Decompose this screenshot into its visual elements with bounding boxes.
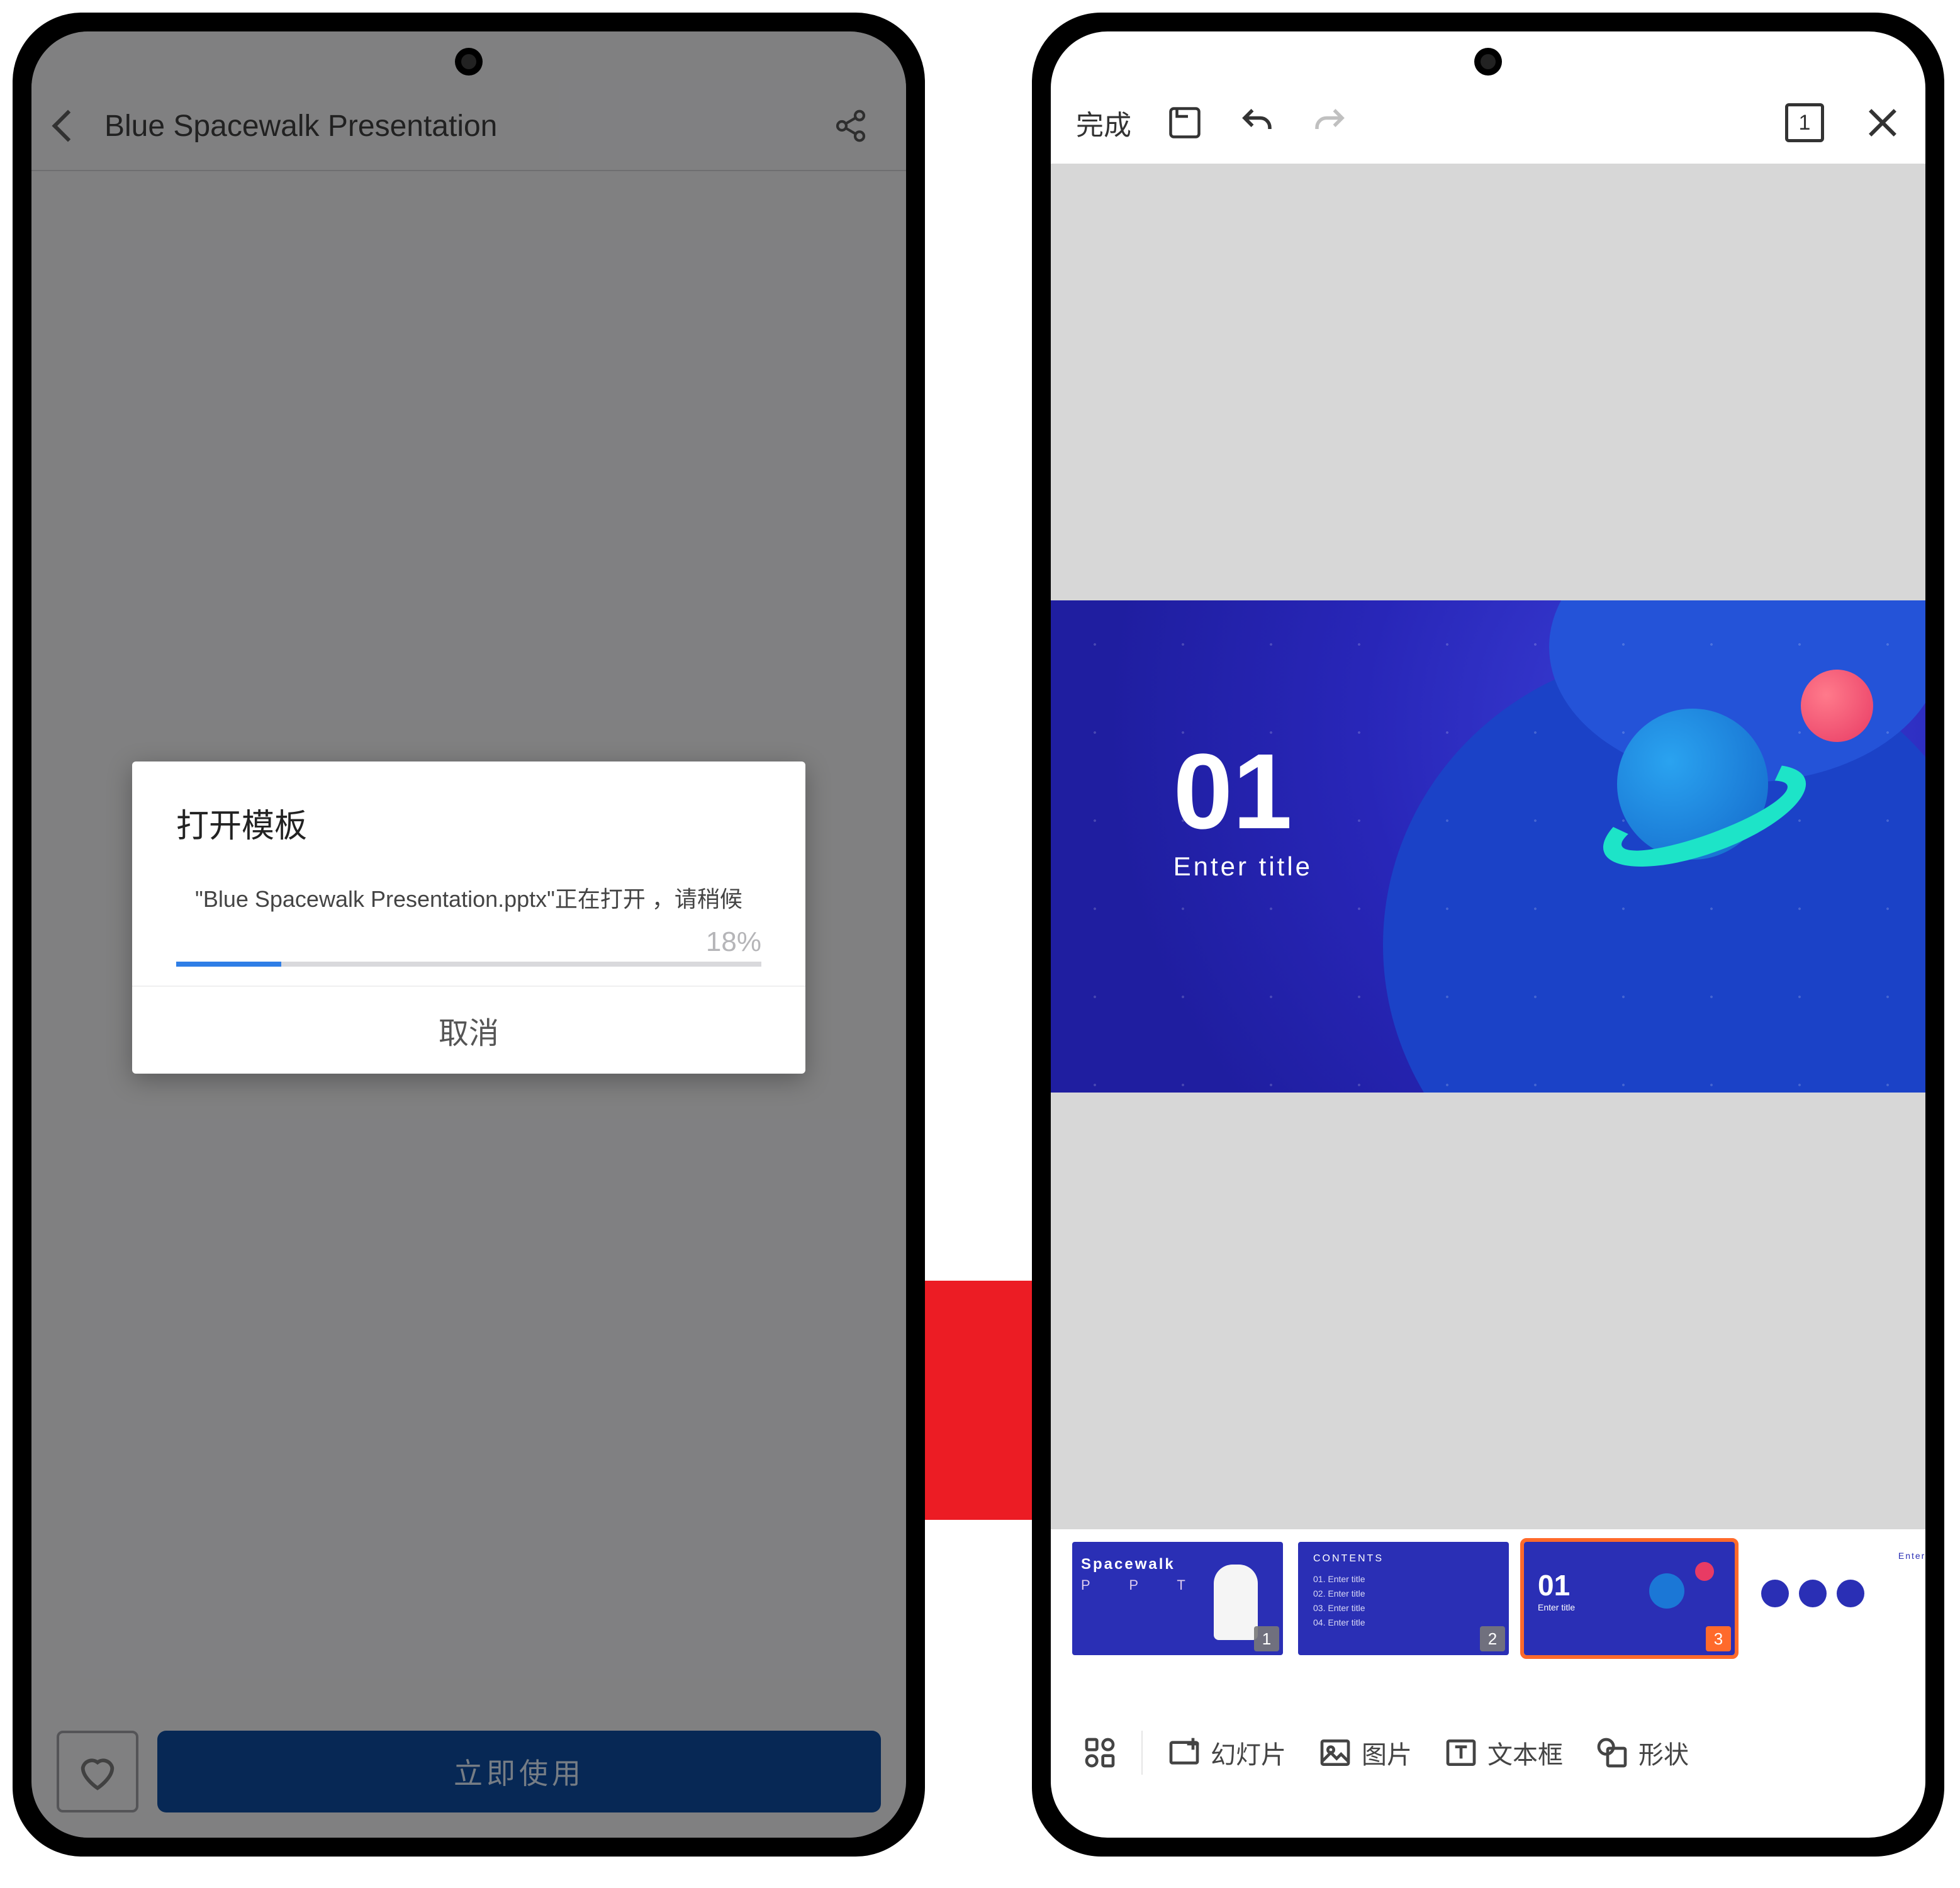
thumb-index-badge: 1: [1254, 1626, 1279, 1651]
thumb4-dots: [1761, 1580, 1864, 1607]
thumb3-number: 01: [1538, 1568, 1575, 1602]
redo-icon: [1311, 104, 1348, 142]
editor-toolbar: 幻灯片 图片 文本框: [1051, 1699, 1925, 1806]
templates-grid-button[interactable]: [1070, 1699, 1130, 1806]
undo-icon[interactable]: [1238, 104, 1276, 142]
cancel-label: 取消: [439, 1008, 499, 1052]
add-slide-label: 幻灯片: [1211, 1734, 1286, 1771]
thumb2-heading: CONTENTS: [1313, 1553, 1384, 1565]
insert-shape-label: 形状: [1638, 1734, 1689, 1771]
front-camera: [1474, 48, 1502, 76]
thumb3-subtitle: Enter title: [1538, 1602, 1575, 1612]
cancel-button[interactable]: 取消: [132, 986, 805, 1074]
thumb2-line: 01. Enter title: [1313, 1574, 1494, 1584]
thumb2-lines: 01. Enter title 02. Enter title 03. Ente…: [1313, 1570, 1494, 1632]
thumb2-line: 04. Enter title: [1313, 1617, 1494, 1627]
modal-heading: 打开模板: [176, 799, 761, 846]
thumbnail-strip[interactable]: Spacewalk P P T 1 CONTENTS 01. Enter tit…: [1051, 1529, 1925, 1661]
add-slide-button[interactable]: 幻灯片: [1154, 1699, 1299, 1806]
progress-bar: [176, 962, 761, 967]
insert-image-label: 图片: [1362, 1734, 1412, 1771]
thumbnail-3[interactable]: 01 Enter title 3: [1524, 1542, 1735, 1655]
small-planet-graphic: [1801, 670, 1873, 742]
insert-textbox-button[interactable]: 文本框: [1431, 1699, 1576, 1806]
thumb2-line: 03. Enter title: [1313, 1603, 1494, 1613]
thumb4-heading: Enter title: [1898, 1551, 1925, 1561]
toolbar-divider: [1141, 1731, 1143, 1775]
progress-bar-fill: [176, 962, 281, 967]
insert-image-button[interactable]: 图片: [1305, 1699, 1425, 1806]
slide-canvas[interactable]: 01 Enter title: [1051, 600, 1925, 1093]
open-template-modal: 打开模板 "Blue Spacewalk Presentation.pptx"正…: [132, 761, 805, 1074]
slide-number-indicator[interactable]: 1: [1785, 103, 1824, 142]
insert-textbox-label: 文本框: [1487, 1734, 1563, 1771]
thumb1-subtitle: P P T: [1081, 1577, 1203, 1593]
thumbnail-1[interactable]: Spacewalk P P T 1: [1072, 1542, 1283, 1655]
astronaut-graphic: [1214, 1565, 1258, 1640]
slide-canvas-area: 01 Enter title: [1051, 164, 1925, 1529]
close-icon[interactable]: [1865, 105, 1900, 140]
slide-subtitle-text: Enter title: [1173, 851, 1313, 882]
phone-frame-right: 完成 1: [1032, 13, 1944, 1857]
phone-frame-left: Blue Spacewalk Presentation 立即使: [13, 13, 925, 1857]
thumb-index-badge: 3: [1706, 1626, 1731, 1651]
thumb2-line: 02. Enter title: [1313, 1588, 1494, 1599]
thumbnail-4[interactable]: Enter title: [1750, 1542, 1925, 1655]
thumb-index-badge: 2: [1480, 1626, 1505, 1651]
thumb1-title: Spacewalk: [1081, 1556, 1175, 1573]
slide-number: 1: [1799, 111, 1811, 135]
slide-number-text: 01: [1173, 738, 1313, 845]
editor-header: 完成 1: [1051, 82, 1925, 164]
front-camera: [455, 48, 483, 76]
done-button[interactable]: 完成: [1076, 103, 1131, 143]
thumbnail-2[interactable]: CONTENTS 01. Enter title 02. Enter title…: [1298, 1542, 1509, 1655]
modal-message: "Blue Spacewalk Presentation.pptx"正在打开 ，…: [176, 881, 761, 914]
progress-percent-label: 18%: [176, 926, 761, 958]
save-icon[interactable]: [1166, 104, 1204, 142]
slide-text-block[interactable]: 01 Enter title: [1173, 738, 1313, 882]
insert-shape-button[interactable]: 形状: [1582, 1699, 1701, 1806]
